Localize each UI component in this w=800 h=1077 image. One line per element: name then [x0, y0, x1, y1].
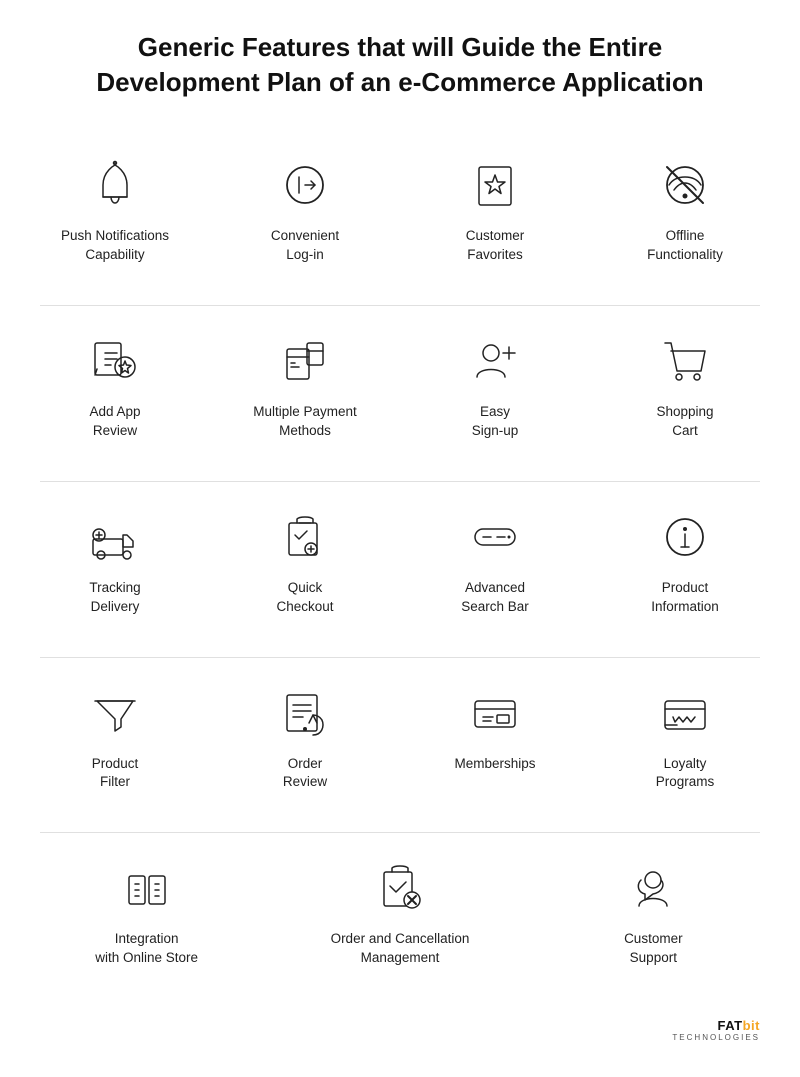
- section-divider: [40, 832, 760, 833]
- customer-support-label: Customer Support: [624, 930, 683, 968]
- page-title: Generic Features that will Guide the Ent…: [20, 30, 780, 100]
- feature-item-offline-functionality: Offline Functionality: [590, 135, 780, 295]
- section-divider: [40, 481, 760, 482]
- easy-signup-label: Easy Sign-up: [472, 403, 519, 441]
- feature-item-add-app-review: Add App Review: [20, 311, 210, 471]
- order-cancellation-icon: [370, 858, 430, 918]
- quick-checkout-icon: [275, 507, 335, 567]
- feature-item-easy-signup: Easy Sign-up: [400, 311, 590, 471]
- customer-favorites-label: Customer Favorites: [466, 227, 525, 265]
- order-cancellation-label: Order and Cancellation Management: [331, 930, 470, 968]
- feature-item-tracking-delivery: Tracking Delivery: [20, 487, 210, 647]
- feature-item-push-notifications: Push Notifications Capability: [20, 135, 210, 295]
- product-info-label: Product Information: [651, 579, 719, 617]
- feature-item-quick-checkout: Quick Checkout: [210, 487, 400, 647]
- offline-functionality-icon: [655, 155, 715, 215]
- feature-item-customer-favorites: Customer Favorites: [400, 135, 590, 295]
- feature-item-order-cancellation: Order and Cancellation Management: [273, 838, 526, 998]
- feature-item-advanced-search: Advanced Search Bar: [400, 487, 590, 647]
- feature-item-product-info: Product Information: [590, 487, 780, 647]
- easy-signup-icon: [465, 331, 525, 391]
- push-notifications-icon: [85, 155, 145, 215]
- page: Generic Features that will Guide the Ent…: [0, 0, 800, 1077]
- feature-item-product-filter: Product Filter: [20, 663, 210, 823]
- multiple-payment-label: Multiple Payment Methods: [253, 403, 357, 441]
- feature-item-order-review: Order Review: [210, 663, 400, 823]
- feature-row-2: Tracking Delivery Quick Checkout Advanced …: [20, 487, 780, 647]
- offline-functionality-label: Offline Functionality: [647, 227, 723, 265]
- convenient-login-label: Convenient Log-in: [271, 227, 339, 265]
- feature-row-1: Add App Review Multiple Payment Methods Ea…: [20, 311, 780, 471]
- convenient-login-icon: [275, 155, 335, 215]
- product-info-icon: [655, 507, 715, 567]
- section-divider: [40, 657, 760, 658]
- order-review-icon: [275, 683, 335, 743]
- customer-support-icon: [623, 858, 683, 918]
- loyalty-programs-label: Loyalty Programs: [656, 755, 715, 793]
- integration-online-store-icon: [117, 858, 177, 918]
- shopping-cart-icon: [655, 331, 715, 391]
- feature-item-integration-online-store: Integration with Online Store: [20, 838, 273, 998]
- advanced-search-label: Advanced Search Bar: [461, 579, 529, 617]
- push-notifications-label: Push Notifications Capability: [61, 227, 169, 265]
- add-app-review-icon: [85, 331, 145, 391]
- shopping-cart-label: Shopping Cart: [656, 403, 713, 441]
- loyalty-programs-icon: [655, 683, 715, 743]
- customer-favorites-icon: [465, 155, 525, 215]
- feature-item-shopping-cart: Shopping Cart: [590, 311, 780, 471]
- quick-checkout-label: Quick Checkout: [276, 579, 333, 617]
- feature-row-3: Product Filter Order Review Memberships Loy…: [20, 663, 780, 823]
- feature-item-memberships: Memberships: [400, 663, 590, 823]
- feature-row-4: Integration with Online Store Order and C…: [20, 838, 780, 998]
- tracking-delivery-label: Tracking Delivery: [89, 579, 140, 617]
- product-filter-icon: [85, 683, 145, 743]
- feature-item-multiple-payment: Multiple Payment Methods: [210, 311, 400, 471]
- multiple-payment-icon: [275, 331, 335, 391]
- advanced-search-icon: [465, 507, 525, 567]
- feature-item-convenient-login: Convenient Log-in: [210, 135, 400, 295]
- section-divider: [40, 305, 760, 306]
- memberships-label: Memberships: [454, 755, 535, 774]
- integration-online-store-label: Integration with Online Store: [95, 930, 198, 968]
- feature-item-customer-support: Customer Support: [527, 838, 780, 998]
- feature-item-loyalty-programs: Loyalty Programs: [590, 663, 780, 823]
- feature-row-0: Push Notifications Capability Convenient …: [20, 135, 780, 295]
- add-app-review-label: Add App Review: [89, 403, 140, 441]
- order-review-label: Order Review: [283, 755, 327, 793]
- memberships-icon: [465, 683, 525, 743]
- tracking-delivery-icon: [85, 507, 145, 567]
- product-filter-label: Product Filter: [92, 755, 139, 793]
